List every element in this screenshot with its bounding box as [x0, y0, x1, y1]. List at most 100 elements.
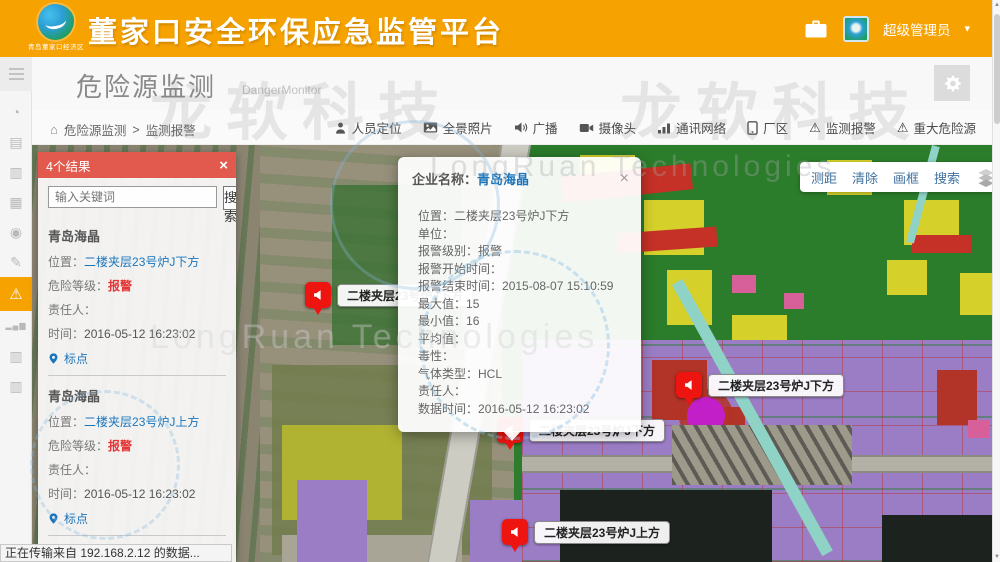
results-panel-body: 搜索 青岛海晶 位置：二楼夹层23号炉J下方 危险等级：报警 责任人： 时间：2… — [38, 178, 236, 562]
mark-point-link[interactable]: 标点 — [48, 510, 226, 527]
scrollbar-thumb[interactable] — [994, 14, 1000, 124]
page-subtitle: DangerMonitor — [242, 83, 321, 97]
search-button[interactable]: 搜索 — [223, 186, 236, 210]
menu-icon — [9, 73, 24, 75]
mark-point-label: 标点 — [64, 350, 88, 367]
sidebar-item-chart[interactable]: ▂▄▆ — [0, 311, 32, 341]
field-label: 危险等级： — [48, 279, 108, 293]
nav-row: ⌂ 危险源监测 > 监测报警 人员定位 全景照片 广播 摄像头 — [32, 110, 992, 145]
alarm-marker-icon[interactable] — [676, 372, 702, 398]
chevron-down-icon[interactable]: ▾ — [964, 22, 970, 35]
dashboard-icon: ◔ — [12, 105, 20, 119]
list-item[interactable]: 青岛海晶 位置：二楼夹层23号炉J下方 危险等级：报警 责任人： 时间：2016… — [48, 216, 226, 375]
marker-label[interactable]: 二楼夹层23号炉J下方 — [708, 374, 844, 397]
map-marker: 二楼夹层23号炉J上方 — [502, 519, 528, 545]
field-label: 单位： — [418, 227, 454, 241]
field-label: 数据时间： — [418, 402, 478, 416]
gear-icon — [943, 74, 962, 93]
measure-button[interactable]: 测距 — [811, 168, 837, 187]
nav-item-label: 重大危险源 — [913, 118, 976, 137]
field-label: 责任人： — [48, 463, 96, 477]
edit-icon: ✎ — [10, 255, 22, 269]
map-search-button[interactable]: 搜索 — [934, 168, 960, 187]
nav-item-label: 全景照片 — [443, 118, 493, 137]
nav-item-network[interactable]: 通讯网络 — [657, 118, 726, 137]
mark-point-link[interactable]: 标点 — [48, 350, 226, 367]
sidebar-item-file-1[interactable]: ▥ — [0, 341, 32, 371]
keyword-search-input[interactable] — [48, 186, 217, 208]
nav-item-factory[interactable]: 厂区 — [747, 118, 788, 137]
field-value: 报警 — [478, 244, 502, 258]
report-file-icon: ▥ — [9, 165, 22, 179]
scroll-down-icon[interactable]: ▼ — [993, 554, 1000, 560]
breadcrumb-root[interactable]: 危险源监测 — [64, 120, 127, 139]
nav-item-label: 通讯网络 — [676, 118, 726, 137]
sidebar-menu-toggle[interactable] — [0, 57, 32, 91]
map-feature-nav: 人员定位 全景照片 广播 摄像头 通讯网络 厂区 — [334, 110, 976, 145]
nav-item-panorama[interactable]: 全景照片 — [423, 118, 493, 137]
field-value: 15 — [466, 297, 479, 311]
field-label: 责任人： — [418, 384, 466, 398]
sidebar-item-preview[interactable]: ◉ — [0, 217, 32, 247]
field-label: 最大值： — [418, 297, 466, 311]
nav-item-broadcast[interactable]: 广播 — [514, 118, 558, 137]
chart-icon: ▂▄▆ — [6, 322, 27, 330]
top-bar: 青岛董家口经济区 董家口安全环保应急监管平台 超级管理员 ▾ — [0, 0, 1000, 57]
field-value: 二楼夹层23号炉J上方 — [84, 415, 199, 429]
field-label: 毒性： — [418, 349, 454, 363]
sidebar-item-file-2[interactable]: ▥ — [0, 371, 32, 401]
nav-item-label: 厂区 — [763, 118, 788, 137]
alarm-marker-icon[interactable] — [502, 519, 528, 545]
nav-item-monitor-alarm[interactable]: ⚠ 监测报警 — [809, 118, 876, 137]
sidebar-item-calendar[interactable]: ▦ — [0, 187, 32, 217]
camera-icon — [579, 122, 594, 134]
clear-button[interactable]: 清除 — [852, 168, 878, 187]
sidebar-item-clipboard[interactable]: ▤ — [0, 127, 32, 157]
logo-icon — [38, 4, 74, 40]
nav-item-label: 监测报警 — [826, 118, 876, 137]
map-marker: 二楼夹层23号炉J下方 — [676, 372, 702, 398]
enterprise-info-popup: 企业名称： 青岛海晶 × 位置：二楼夹层23号炉J下方 单位： 报警级别：报警 … — [398, 157, 641, 432]
sidebar-item-report[interactable]: ▥ — [0, 157, 32, 187]
scrollbar[interactable]: ▲ ▼ — [992, 0, 1000, 562]
field-label: 报警结束时间： — [418, 279, 502, 293]
field-value: 2016-05-12 16:23:02 — [84, 487, 195, 501]
sidebar-item-edit[interactable]: ✎ — [0, 247, 32, 277]
nav-item-camera[interactable]: 摄像头 — [579, 118, 637, 137]
sidebar-item-monitor-alarm[interactable]: ⚠ — [0, 277, 32, 311]
field-label: 时间： — [48, 487, 84, 501]
breadcrumb: ⌂ 危险源监测 > 监测报警 — [50, 120, 196, 139]
map-patch — [784, 293, 804, 309]
app-title: 董家口安全环保应急监管平台 — [88, 9, 504, 51]
list-item[interactable]: 青岛海晶 位置：二楼夹层23号炉J上方 危险等级：报警 责任人： 时间：2016… — [48, 375, 226, 535]
field-label: 报警级别： — [418, 244, 478, 258]
breadcrumb-current: 监测报警 — [146, 120, 196, 139]
marker-label[interactable]: 二楼夹层23号炉J上方 — [534, 521, 670, 544]
avatar[interactable] — [843, 16, 869, 42]
pin-icon — [48, 511, 59, 526]
eye-icon: ◉ — [10, 225, 22, 239]
nav-item-major-hazard[interactable]: ⚠ 重大危险源 — [897, 118, 976, 137]
field-label: 时间： — [48, 327, 84, 341]
field-value: 2015-08-07 15:10:59 — [502, 279, 613, 293]
calendar-icon: ▦ — [9, 195, 22, 209]
draw-box-button[interactable]: 画框 — [893, 168, 919, 187]
close-icon[interactable]: × — [219, 157, 228, 174]
sidebar-item-dashboard[interactable]: ◔ — [0, 97, 32, 127]
scroll-up-icon[interactable]: ▲ — [993, 2, 1000, 8]
map-toolbar: 测距 清除 画框 搜索 — [800, 162, 1000, 192]
speaker-icon — [311, 288, 325, 302]
user-menu[interactable]: 超级管理员 — [883, 19, 951, 39]
results-count: 4个结果 — [46, 156, 219, 175]
alarm-marker-icon[interactable] — [305, 282, 331, 308]
close-icon[interactable]: × — [620, 171, 629, 187]
map-patch — [732, 275, 756, 293]
map-patch — [968, 420, 990, 438]
briefcase-icon[interactable] — [803, 18, 829, 39]
field-label: 责任人： — [48, 303, 96, 317]
logo-caption: 青岛董家口经济区 — [26, 41, 86, 51]
field-value: 报警 — [108, 439, 132, 453]
settings-button[interactable] — [934, 65, 970, 101]
app-logo: 青岛董家口经济区 — [26, 4, 86, 51]
nav-item-person-locate[interactable]: 人员定位 — [334, 118, 402, 137]
